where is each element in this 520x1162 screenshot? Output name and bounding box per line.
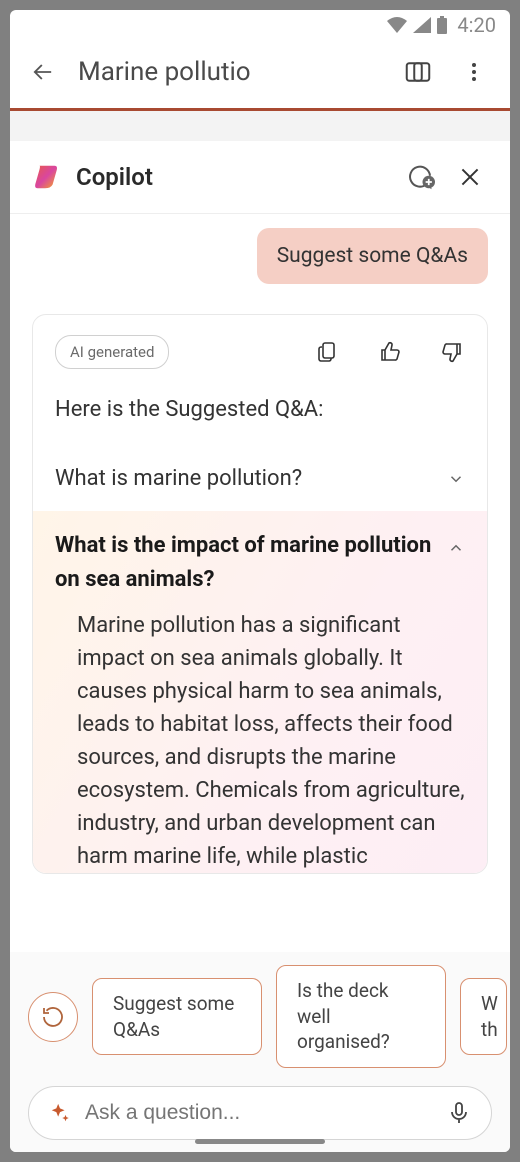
new-chat-icon[interactable] xyxy=(402,159,438,195)
chevron-up-icon xyxy=(447,539,465,557)
home-indicator[interactable] xyxy=(195,1139,325,1144)
bottom-panel: Suggest some Q&As Is the deck well organ… xyxy=(10,952,510,1152)
status-time: 4:20 xyxy=(457,13,496,37)
wifi-icon xyxy=(387,17,407,33)
ask-input[interactable] xyxy=(85,1101,433,1125)
back-button[interactable] xyxy=(28,57,58,87)
microphone-icon[interactable] xyxy=(447,1101,471,1125)
suggestion-chip[interactable]: Suggest some Q&As xyxy=(92,978,262,1055)
qa-expanded-header[interactable]: What is the impact of marine pollution o… xyxy=(55,529,465,597)
more-menu-icon[interactable] xyxy=(456,54,492,90)
ai-generated-badge: AI generated xyxy=(55,335,169,369)
app-header: Marine pollutio xyxy=(10,40,510,108)
thumbs-up-icon[interactable] xyxy=(377,339,403,365)
copy-icon[interactable] xyxy=(315,339,341,365)
spacer-band xyxy=(10,111,510,141)
copilot-title: Copilot xyxy=(76,163,388,191)
qa-item-collapsed[interactable]: What is marine pollution? xyxy=(33,458,487,511)
qa-item-expanded: What is the impact of marine pollution o… xyxy=(33,511,487,873)
qa-intro-text: Here is the Suggested Q&A: xyxy=(33,393,487,458)
sparkle-icon xyxy=(49,1102,71,1124)
copilot-header: Copilot xyxy=(10,141,510,214)
chat-area: Suggest some Q&As AI generated Here is t… xyxy=(10,214,510,952)
user-message: Suggest some Q&As xyxy=(257,228,488,284)
close-icon[interactable] xyxy=(452,159,488,195)
copilot-logo-icon xyxy=(32,162,62,192)
present-icon[interactable] xyxy=(400,54,436,90)
thumbs-down-icon[interactable] xyxy=(439,339,465,365)
suggestion-chip[interactable]: W th xyxy=(460,978,507,1055)
page-title: Marine pollutio xyxy=(78,57,380,87)
input-row xyxy=(28,1086,492,1140)
qa-answer-text: Marine pollution has a significant impac… xyxy=(55,597,465,873)
response-card: AI generated Here is the Suggested Q&A: … xyxy=(32,314,488,874)
refresh-button[interactable] xyxy=(28,992,78,1042)
battery-icon xyxy=(437,16,447,34)
suggestion-chip[interactable]: Is the deck well organised? xyxy=(276,965,446,1068)
signal-icon xyxy=(413,17,431,33)
qa-question-text: What is the impact of marine pollution o… xyxy=(55,529,447,597)
suggestions-row: Suggest some Q&As Is the deck well organ… xyxy=(28,965,510,1068)
status-bar: 4:20 xyxy=(10,10,510,40)
qa-question-text: What is marine pollution? xyxy=(55,466,302,491)
chevron-down-icon xyxy=(447,470,465,488)
